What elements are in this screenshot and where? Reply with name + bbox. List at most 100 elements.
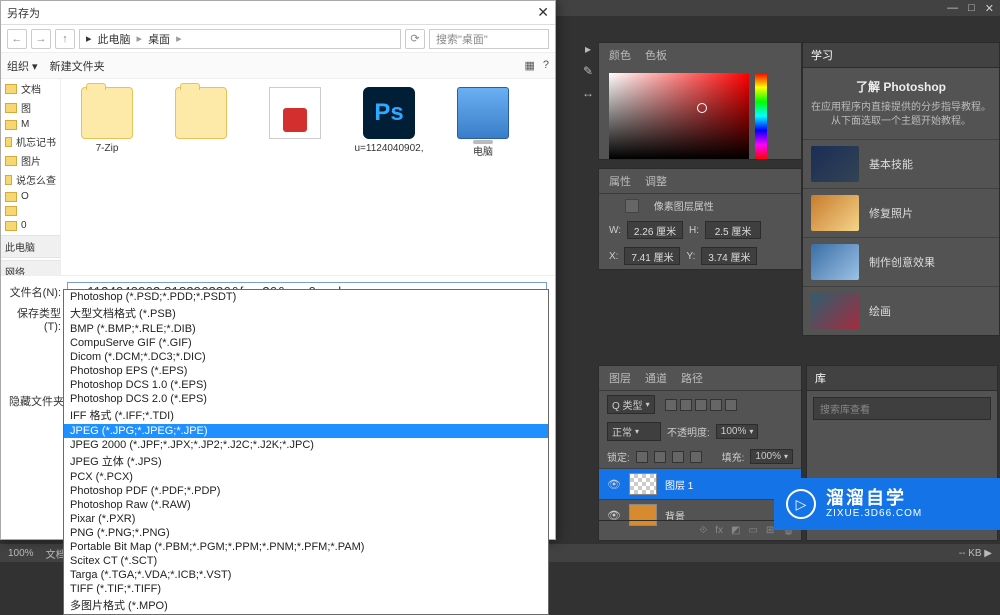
- filter-pixel-icon[interactable]: [665, 399, 677, 411]
- thumb-icon: [811, 146, 859, 182]
- file-item[interactable]: [165, 87, 237, 143]
- mask-icon[interactable]: ◩: [731, 525, 740, 536]
- format-option[interactable]: JPEG 2000 (*.JPF;*.JPX;*.JP2;*.J2C;*.J2K…: [64, 438, 548, 452]
- format-option[interactable]: IFF 格式 (*.IFF;*.TDI): [64, 406, 548, 424]
- filter-shape-icon[interactable]: [710, 399, 722, 411]
- breadcrumb[interactable]: ▸ 此电脑 ▸ 桌面 ▸: [79, 29, 401, 49]
- format-option[interactable]: JPEG 立体 (*.JPS): [64, 452, 548, 470]
- format-option[interactable]: 多图片格式 (*.MPO): [64, 596, 548, 614]
- format-option[interactable]: Targa (*.TGA;*.VDA;*.ICB;*.VST): [64, 568, 548, 582]
- new-folder-button[interactable]: 新建文件夹: [50, 58, 105, 74]
- link-icon[interactable]: ⟐: [699, 525, 707, 536]
- opacity-label: 不透明度:: [667, 424, 710, 439]
- nav-fwd-button[interactable]: →: [31, 29, 51, 49]
- lock-pos-icon[interactable]: [672, 451, 684, 463]
- lock-pixel-icon[interactable]: [654, 451, 666, 463]
- format-option[interactable]: Photoshop DCS 2.0 (*.EPS): [64, 392, 548, 406]
- swap-icon[interactable]: ↔: [580, 86, 596, 102]
- play-icon: ▷: [786, 489, 816, 519]
- format-option[interactable]: Pixar (*.PXR): [64, 512, 548, 526]
- tab-properties[interactable]: 属性: [609, 173, 631, 189]
- format-option[interactable]: CompuServe GIF (*.GIF): [64, 336, 548, 350]
- tab-channels[interactable]: 通道: [645, 370, 667, 386]
- y-input[interactable]: [701, 247, 757, 265]
- zoom-level[interactable]: 100%: [8, 548, 34, 559]
- filter-smart-icon[interactable]: [725, 399, 737, 411]
- hue-slider[interactable]: [755, 73, 767, 159]
- layer-thumb: [629, 473, 657, 495]
- pc-icon: [457, 87, 509, 139]
- format-option[interactable]: Photoshop EPS (*.EPS): [64, 364, 548, 378]
- x-input[interactable]: [624, 247, 680, 265]
- format-option[interactable]: BMP (*.BMP;*.RLE;*.DIB): [64, 322, 548, 336]
- tab-adjust[interactable]: 调整: [645, 173, 667, 189]
- tab-learn[interactable]: 学习: [811, 47, 833, 63]
- tab-swatches[interactable]: 色板: [645, 47, 667, 63]
- tree-this-pc[interactable]: 此电脑: [1, 235, 60, 258]
- folder-tree[interactable]: 文档 图 M 机忘记书 图片 说怎么查 O 0 此电脑 网络: [1, 79, 61, 275]
- minimize-icon[interactable]: —: [947, 2, 958, 14]
- color-handle[interactable]: [697, 103, 707, 113]
- lock-all-icon[interactable]: [690, 451, 702, 463]
- format-option[interactable]: JPEG (*.JPG;*.JPEG;*.JPE): [64, 424, 548, 438]
- fx-icon[interactable]: fx: [715, 525, 723, 536]
- layer-row-1[interactable]: 👁 图层 1: [599, 468, 801, 499]
- file-item[interactable]: 电脑: [447, 87, 519, 158]
- tab-layers[interactable]: 图层: [609, 370, 631, 386]
- format-option[interactable]: PNG (*.PNG;*.PNG): [64, 526, 548, 540]
- blend-mode-select[interactable]: 正常 ▾: [607, 422, 661, 441]
- file-item[interactable]: [259, 87, 331, 143]
- psd-icon: Ps: [363, 87, 415, 139]
- lock-trans-icon[interactable]: [636, 451, 648, 463]
- format-option[interactable]: Dicom (*.DCM;*.DC3;*.DIC): [64, 350, 548, 364]
- format-option[interactable]: 大型文档格式 (*.PSB): [64, 304, 548, 322]
- organize-menu[interactable]: 组织 ▾: [7, 58, 38, 74]
- libraries-search[interactable]: 搜索库查看: [813, 397, 991, 420]
- tab-color[interactable]: 颜色: [609, 47, 631, 63]
- history-icon[interactable]: ▸: [580, 42, 596, 58]
- learn-item-retouch[interactable]: 修复照片: [803, 188, 999, 237]
- hide-folders-link[interactable]: 隐藏文件夹: [9, 393, 64, 409]
- format-option[interactable]: Scitex CT (*.SCT): [64, 554, 548, 568]
- maximize-icon[interactable]: □: [968, 2, 975, 14]
- color-field[interactable]: [609, 73, 749, 159]
- learn-item-painting[interactable]: 绘画: [803, 286, 999, 335]
- height-input[interactable]: [705, 221, 761, 239]
- help-icon[interactable]: ?: [543, 59, 549, 72]
- format-option[interactable]: Portable Bit Map (*.PBM;*.PGM;*.PPM;*.PN…: [64, 540, 548, 554]
- tab-paths[interactable]: 路径: [681, 370, 703, 386]
- filetype-dropdown[interactable]: Photoshop (*.PSD;*.PDD;*.PSDT)大型文档格式 (*.…: [63, 289, 549, 615]
- refresh-button[interactable]: ⟳: [405, 29, 425, 49]
- search-input[interactable]: 搜索"桌面": [429, 29, 549, 49]
- format-option[interactable]: Photoshop (*.PSD;*.PDD;*.PSDT): [64, 290, 548, 304]
- filter-type-icon[interactable]: [695, 399, 707, 411]
- visibility-icon[interactable]: 👁: [607, 477, 621, 491]
- opacity-input[interactable]: 100% ▾: [716, 424, 759, 439]
- width-input[interactable]: [627, 221, 683, 239]
- w-label: W:: [609, 225, 621, 236]
- close-icon[interactable]: ✕: [537, 4, 549, 21]
- file-item[interactable]: 7-Zip: [71, 87, 143, 154]
- tree-network[interactable]: 网络: [1, 260, 60, 275]
- file-item[interactable]: Psu=1124040902,: [353, 87, 425, 154]
- brush-icon[interactable]: ✎: [580, 64, 596, 80]
- format-option[interactable]: TIFF (*.TIF;*.TIFF): [64, 582, 548, 596]
- nav-up-button[interactable]: ↑: [55, 29, 75, 49]
- format-option[interactable]: Photoshop DCS 1.0 (*.EPS): [64, 378, 548, 392]
- fill-input[interactable]: 100% ▾: [750, 449, 793, 464]
- learn-item-basics[interactable]: 基本技能: [803, 139, 999, 188]
- lock-label: 锁定:: [607, 449, 630, 464]
- nav-back-button[interactable]: ←: [7, 29, 27, 49]
- tab-libraries[interactable]: 库: [815, 370, 826, 386]
- view-icon[interactable]: ▦: [524, 59, 534, 72]
- format-option[interactable]: Photoshop PDF (*.PDF;*.PDP): [64, 484, 548, 498]
- filter-adjust-icon[interactable]: [680, 399, 692, 411]
- format-option[interactable]: Photoshop Raw (*.RAW): [64, 498, 548, 512]
- layer-filter-select[interactable]: Q 类型 ▾: [607, 395, 655, 414]
- thumb-icon: [811, 195, 859, 231]
- format-option[interactable]: PCX (*.PCX): [64, 470, 548, 484]
- close-icon[interactable]: ✕: [985, 2, 994, 15]
- folder-icon[interactable]: ▭: [748, 525, 757, 536]
- file-list[interactable]: 7-Zip Psu=1124040902, 电脑: [61, 79, 555, 275]
- learn-item-creative[interactable]: 制作创意效果: [803, 237, 999, 286]
